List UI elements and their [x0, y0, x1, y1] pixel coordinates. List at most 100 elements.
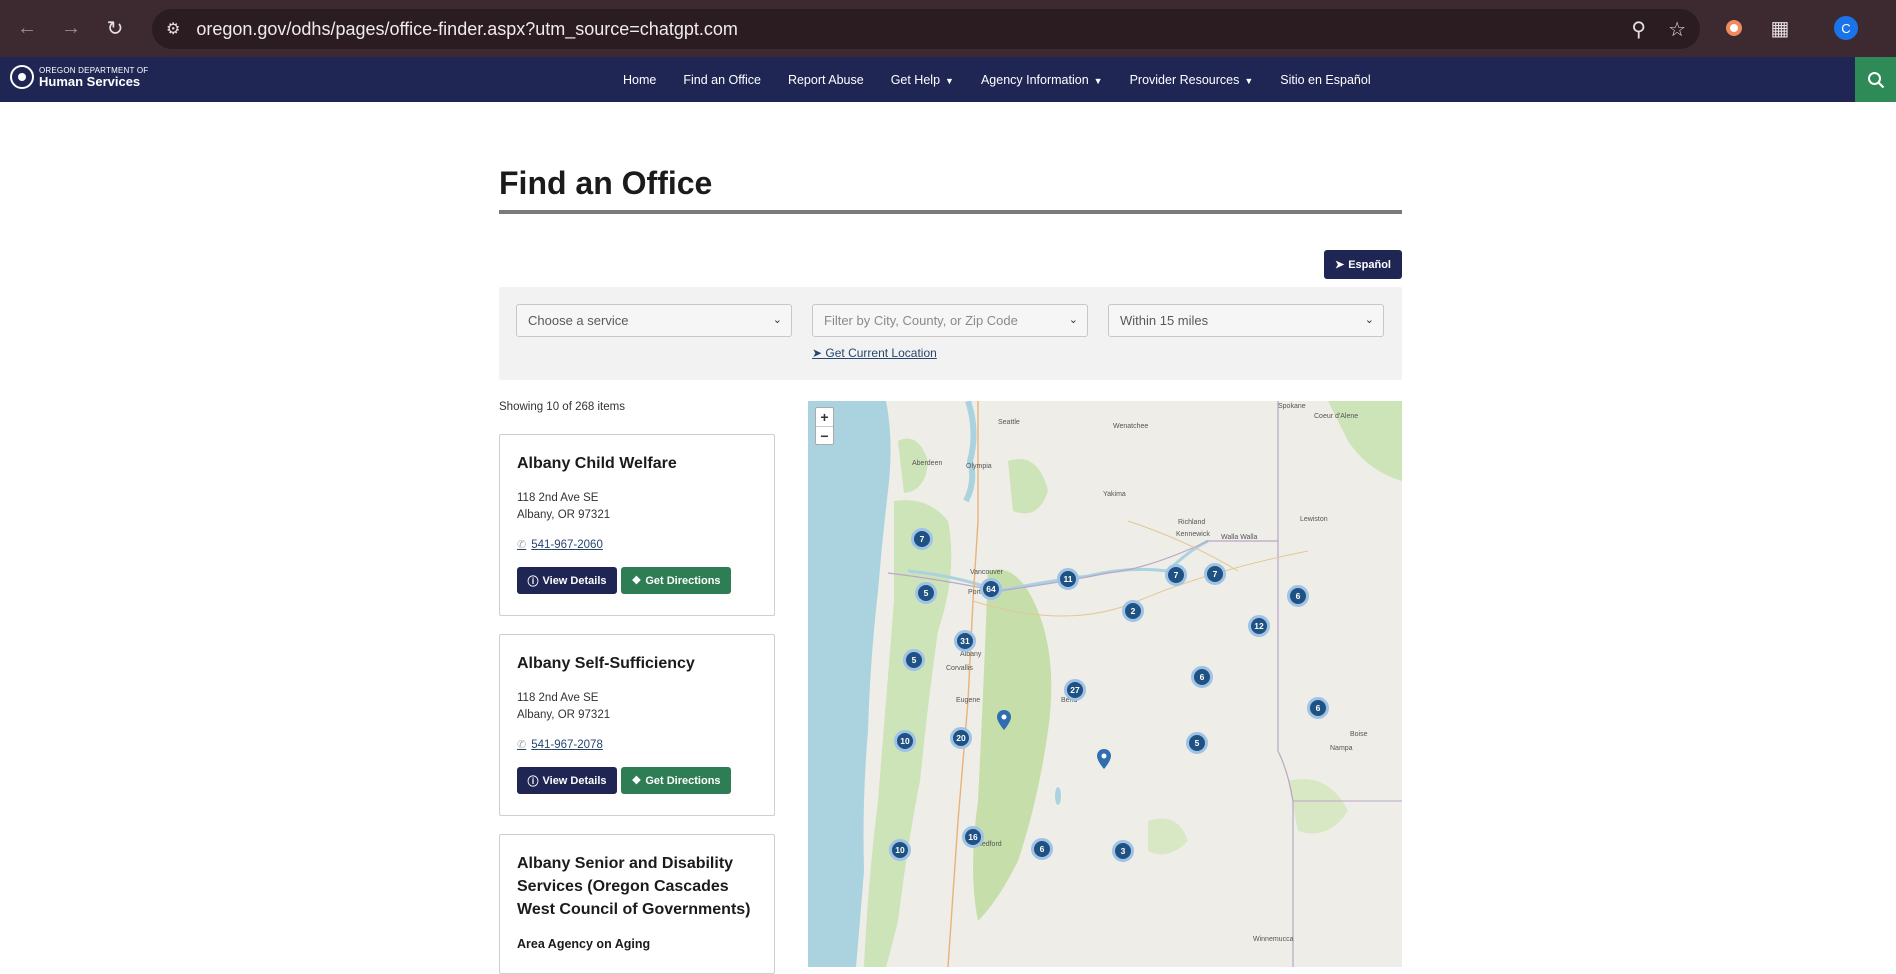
get-current-location-link[interactable]: ➤ Get Current Location	[812, 346, 937, 360]
map-label: Wenatchee	[1113, 423, 1149, 430]
map-label: Richland	[1178, 519, 1206, 526]
location-arrow-icon: ➤	[812, 346, 823, 360]
map-cluster[interactable]: 7	[911, 528, 933, 550]
nav-sitio-espanol[interactable]: Sitio en Español	[1280, 73, 1370, 87]
map-cluster[interactable]: 10	[889, 839, 911, 861]
office-name: Albany Child Welfare	[517, 455, 677, 472]
distance-select[interactable]: Within 15 miles ⌄	[1108, 304, 1384, 337]
site-info-icon[interactable]: ⚙	[166, 19, 180, 39]
map-label: Kennewick	[1176, 531, 1210, 538]
caret-down-icon: ▼	[1244, 75, 1254, 86]
zoom-in-button[interactable]: +	[816, 408, 833, 426]
map-pin-icon[interactable]	[1097, 749, 1111, 769]
main-nav: Home Find an Office Report Abuse Get Hel…	[623, 57, 1398, 102]
map-cluster[interactable]: 6	[1307, 697, 1329, 719]
get-directions-button[interactable]: ❖ Get Directions	[621, 567, 731, 594]
map-cluster[interactable]: 5	[1186, 732, 1208, 754]
map-label: Spokane	[1278, 403, 1306, 410]
map-cluster[interactable]: 7	[1204, 563, 1226, 585]
nav-get-help[interactable]: Get Help ▼	[891, 73, 954, 87]
map-cluster[interactable]: 12	[1248, 615, 1270, 637]
map-label: Vancouver	[970, 569, 1003, 576]
title-rule	[499, 210, 1402, 214]
nav-agency-information[interactable]: Agency Information ▼	[981, 73, 1103, 87]
chevron-down-icon: ⌄	[1364, 314, 1374, 326]
address-bar[interactable]: ⚙ oregon.gov/odhs/pages/office-finder.as…	[152, 9, 1700, 49]
directions-icon: ❖	[631, 575, 642, 587]
star-icon[interactable]: ☆	[1668, 17, 1686, 42]
map-cluster[interactable]: 6	[1031, 838, 1053, 860]
phone-icon: ✆	[517, 539, 527, 551]
map-cluster[interactable]: 7	[1165, 564, 1187, 586]
espanol-button[interactable]: ➤ Español	[1324, 250, 1402, 279]
get-directions-button[interactable]: ❖ Get Directions	[621, 767, 731, 794]
map-cluster[interactable]: 31	[954, 630, 976, 652]
nav-find-office[interactable]: Find an Office	[683, 73, 761, 87]
back-icon[interactable]: ←	[10, 12, 44, 46]
office-address: 118 2nd Ave SE Albany, OR 97321	[517, 492, 611, 521]
office-name: Albany Self-Sufficiency	[517, 655, 695, 672]
map-cluster[interactable]: 3	[1112, 840, 1134, 862]
map-label: Lewiston	[1300, 516, 1328, 523]
map-cluster[interactable]: 2	[1122, 600, 1144, 622]
map-cluster[interactable]: 16	[962, 826, 984, 848]
map-cluster[interactable]: 5	[903, 649, 925, 671]
avatar[interactable]: C	[1834, 16, 1858, 40]
office-name: Albany Senior and Disability Services (O…	[517, 855, 751, 918]
filter-panel: Choose a service ⌄ Filter by City, Count…	[499, 287, 1402, 380]
nav-provider-resources[interactable]: Provider Resources ▼	[1130, 73, 1254, 87]
chevron-down-icon: ⌄	[772, 314, 782, 326]
logo-mark-icon	[10, 65, 34, 89]
map-zoom-control: + −	[815, 407, 834, 445]
arrow-circle-icon: ➤	[1334, 259, 1345, 271]
map-label: Aberdeen	[912, 460, 943, 467]
nav-home[interactable]: Home	[623, 73, 656, 87]
map-cluster[interactable]: 5	[915, 582, 937, 604]
map-label: Albany	[960, 651, 982, 658]
office-phone[interactable]: ✆ 541-967-2060	[517, 538, 757, 552]
map-cluster[interactable]: 10	[894, 730, 916, 752]
url-text[interactable]: oregon.gov/odhs/pages/office-finder.aspx…	[196, 19, 738, 40]
nav-report-abuse[interactable]: Report Abuse	[788, 73, 864, 87]
map-cluster[interactable]: 6	[1191, 666, 1213, 688]
phone-icon: ✆	[517, 739, 527, 751]
caret-down-icon: ▼	[1093, 75, 1103, 86]
map-label: Winnemucca	[1253, 936, 1294, 943]
map-pin-icon[interactable]	[997, 710, 1011, 730]
map-label: Walla Walla	[1221, 534, 1258, 541]
puzzle-icon[interactable]: ▦	[1764, 12, 1796, 44]
office-card: Albany Child Welfare 118 2nd Ave SE Alba…	[499, 434, 775, 616]
map-cluster[interactable]: 6	[1287, 585, 1309, 607]
directions-icon: ❖	[631, 775, 642, 787]
map-cluster[interactable]: 27	[1064, 679, 1086, 701]
map-cluster[interactable]: 20	[950, 727, 972, 749]
extension-icon[interactable]	[1718, 12, 1750, 44]
map-label: Corvallis	[946, 665, 973, 672]
map-label: Olympia	[966, 463, 992, 470]
search-icon[interactable]	[1855, 57, 1896, 102]
zoom-icon[interactable]: ⚲	[1631, 17, 1646, 42]
service-select[interactable]: Choose a service ⌄	[516, 304, 792, 337]
odhs-logo[interactable]: OREGON DEPARTMENT OF Human Services	[10, 65, 148, 89]
office-map[interactable]: + − Seattle Olympia Aberdeen Wenatchee S…	[808, 401, 1402, 967]
map-cluster[interactable]: 64	[980, 578, 1002, 600]
location-filter-input[interactable]: Filter by City, County, or Zip Code ⌄	[812, 304, 1088, 337]
view-details-button[interactable]: ⓘ View Details	[517, 767, 617, 794]
map-cluster[interactable]: 11	[1057, 568, 1079, 590]
map-label: Eugene	[956, 697, 981, 704]
map-label: Boise	[1350, 731, 1368, 738]
reload-icon[interactable]: ↻	[98, 12, 132, 46]
office-phone[interactable]: ✆ 541-967-2078	[517, 738, 757, 752]
page-title: Find an Office	[499, 165, 713, 201]
map-label: Nampa	[1330, 745, 1353, 752]
caret-down-icon: ▼	[945, 75, 954, 86]
office-subtitle: Area Agency on Aging	[517, 937, 651, 951]
site-navbar: OREGON DEPARTMENT OF Human Services Home…	[0, 57, 1896, 102]
forward-icon[interactable]: →	[54, 12, 88, 46]
zoom-out-button[interactable]: −	[816, 426, 833, 444]
view-details-button[interactable]: ⓘ View Details	[517, 567, 617, 594]
browser-toolbar: ← → ↻ ⚙ oregon.gov/odhs/pages/office-fin…	[0, 0, 1896, 57]
map-label: Yakima	[1103, 491, 1126, 498]
chevron-down-icon: ⌄	[1068, 314, 1078, 326]
info-icon: ⓘ	[527, 575, 539, 588]
